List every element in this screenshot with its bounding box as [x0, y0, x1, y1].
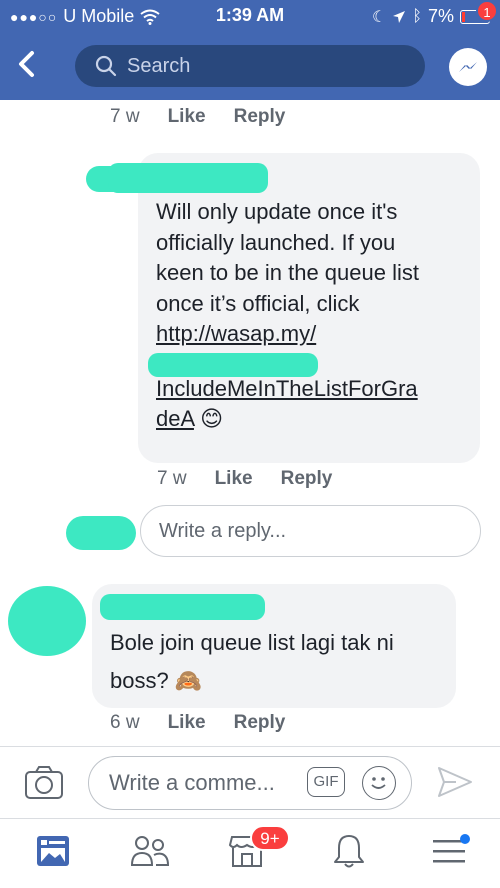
- composer-divider: [0, 746, 500, 747]
- nav-bar: Search: [0, 40, 500, 92]
- messenger-button[interactable]: [449, 48, 487, 86]
- like-button[interactable]: Like: [168, 106, 206, 128]
- bell-icon: [334, 835, 364, 868]
- moon-icon: ☾: [372, 8, 387, 26]
- messenger-icon: [459, 62, 477, 72]
- battery-label: 7%: [427, 6, 454, 26]
- comment-line: Will only update once it's: [156, 199, 398, 224]
- reply-button[interactable]: Reply: [281, 468, 333, 490]
- comment-link[interactable]: IncludeMeInTheListForGra: [156, 374, 471, 405]
- comment-link[interactable]: http://wasap.my/: [156, 319, 471, 350]
- tab-notifications[interactable]: [326, 828, 372, 874]
- comment-time: 6 w: [110, 712, 140, 733]
- comment-time: 7 w: [110, 106, 140, 127]
- like-button[interactable]: Like: [168, 712, 206, 734]
- avatar: [66, 516, 136, 550]
- messenger-badge: 1: [476, 0, 498, 22]
- marketplace-badge: 9+: [250, 825, 290, 851]
- emoji-button[interactable]: [362, 766, 396, 800]
- comment-meta: 7 w Like Reply: [110, 106, 285, 128]
- reply-button[interactable]: Reply: [234, 106, 286, 128]
- tabbar-divider: [0, 818, 500, 819]
- reply-input[interactable]: Write a reply...: [140, 505, 481, 557]
- comment-line: officially launched. If you: [156, 229, 396, 255]
- send-button[interactable]: [436, 764, 474, 800]
- comment-meta: 7 w Like Reply: [157, 468, 332, 490]
- search-icon: [95, 55, 117, 77]
- reply-button[interactable]: Reply: [234, 712, 286, 734]
- author-name-redacted[interactable]: [108, 163, 268, 193]
- comment-line: keen to be in the queue list: [156, 260, 419, 285]
- comment-link[interactable]: deA: [156, 406, 194, 431]
- comment-bubble: Will only update once it's officially la…: [108, 153, 480, 463]
- send-icon: [438, 767, 472, 797]
- like-button[interactable]: Like: [215, 468, 253, 490]
- camera-icon: [25, 766, 63, 799]
- tab-friends[interactable]: [127, 828, 173, 874]
- tab-news-feed[interactable]: [30, 828, 76, 874]
- menu-notification-dot: [460, 834, 470, 844]
- search-input[interactable]: Search: [75, 45, 425, 87]
- news-feed-icon: [37, 836, 69, 866]
- link-redaction: [148, 353, 318, 377]
- author-name-redacted[interactable]: [100, 594, 265, 620]
- comment-meta: 6 w Like Reply: [110, 712, 285, 734]
- smile-emoji: 😊: [200, 406, 223, 431]
- comment-text: Will only update once it's officially la…: [156, 197, 471, 435]
- monkey-emoji: 🙈: [174, 668, 203, 693]
- gif-button[interactable]: GIF: [307, 767, 345, 797]
- friends-icon: [130, 836, 170, 866]
- status-bar: ●●●○○ U Mobile 1:39 AM ☾ ᛒ 7%: [0, 0, 500, 32]
- back-button[interactable]: [16, 50, 46, 80]
- location-icon: [393, 10, 406, 23]
- comment-bubble: Bole join queue list lagi tak ni boss? 🙈: [92, 584, 456, 708]
- smiley-icon: [371, 777, 386, 789]
- search-placeholder: Search: [127, 54, 191, 77]
- comment-line: once it’s official, click: [156, 290, 360, 316]
- app-header: ●●●○○ U Mobile 1:39 AM ☾ ᛒ 7% Search 1: [0, 0, 500, 100]
- comment-line: boss?: [110, 668, 169, 693]
- camera-button[interactable]: [24, 764, 64, 800]
- chevron-left-icon: [19, 51, 34, 77]
- avatar[interactable]: [8, 586, 86, 656]
- comment-time: 7 w: [157, 468, 187, 489]
- comment-line: Bole join queue list lagi tak ni: [110, 630, 394, 655]
- comment-text: Bole join queue list lagi tak ni boss? 🙈: [110, 624, 450, 700]
- bluetooth-icon: ᛒ: [412, 7, 422, 25]
